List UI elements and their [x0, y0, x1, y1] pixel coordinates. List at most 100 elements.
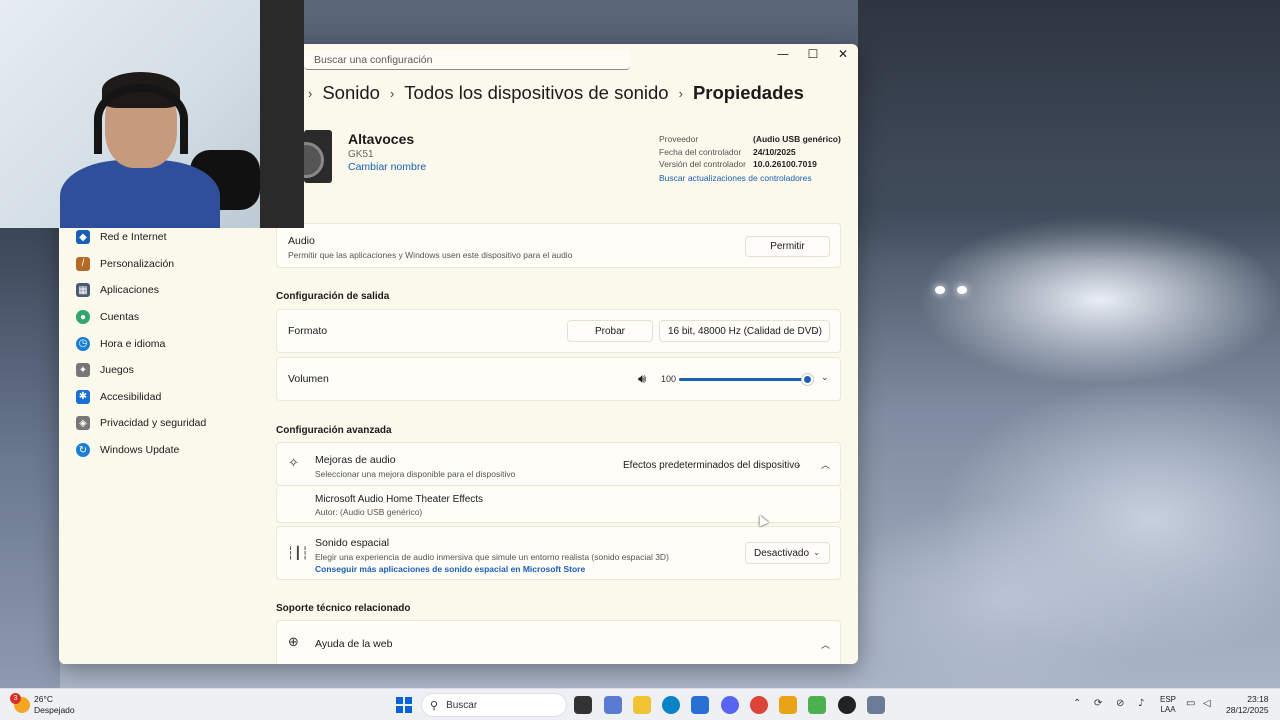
sync-icon[interactable]: ⟳ — [1094, 698, 1102, 709]
sidebar-item-label: Aplicaciones — [100, 284, 159, 297]
enhancements-value: Efectos predeterminados del dispositivo — [623, 459, 800, 471]
language-indicator[interactable]: ESP LAA — [1160, 695, 1176, 715]
gtav-icon[interactable] — [808, 696, 826, 714]
format-dropdown[interactable]: 16 bit, 48000 Hz (Calidad de DVD) ⌄ — [659, 320, 830, 342]
obs-icon[interactable] — [838, 696, 856, 714]
sidebar-item-apps[interactable]: ▦ Aplicaciones — [59, 277, 269, 304]
chevron-down-icon: ⌄ — [813, 548, 820, 558]
webcam-person — [60, 70, 220, 228]
sidebar-item-label: Cuentas — [100, 311, 140, 324]
minimize-icon: — — [777, 47, 789, 61]
weather-description: Despejado — [34, 705, 75, 715]
enhancements-collapse-chevron-icon[interactable]: ︿ — [821, 458, 830, 471]
close-button[interactable]: ✕ — [828, 44, 858, 64]
sidebar-item-label: Personalización — [100, 257, 175, 270]
test-button[interactable]: Probar — [567, 320, 653, 342]
enhancements-dropdown[interactable]: Efectos predeterminados del dispositivo … — [615, 454, 811, 476]
driver-date-label: Fecha del controlador — [659, 146, 742, 157]
breadcrumb-separator: › — [389, 85, 395, 101]
sidebar-item-accounts[interactable]: ● Cuentas — [59, 304, 269, 331]
breadcrumb-all-devices[interactable]: Todos los dispositivos de sonido — [404, 82, 668, 104]
device-name: Altavoces — [348, 131, 415, 147]
driver-version-label: Versión del controlador — [659, 159, 746, 169]
volume-slider-thumb[interactable] — [802, 374, 813, 385]
rockstar-icon[interactable] — [779, 696, 797, 714]
sidebar-item-privacy[interactable]: ◈ Privacidad y seguridad — [59, 410, 269, 437]
taskbar-clock[interactable]: 23:18 28/12/2025 — [1226, 694, 1269, 716]
spatial-value: Desactivado — [754, 547, 810, 559]
speaker-device-icon — [288, 130, 332, 183]
volume-icon[interactable]: ◁ — [1203, 698, 1211, 709]
webcam-background-wall — [260, 0, 304, 228]
brush-icon: / — [76, 256, 90, 271]
waveform-icon: ┆┃┆ — [287, 546, 309, 560]
breadcrumb-separator: › — [308, 85, 313, 101]
chevron-up-icon[interactable]: ⌃ — [1073, 698, 1081, 709]
sidebar-nav: ◆ Red e Internet / Personalización ▦ Aplica… — [59, 224, 269, 463]
advanced-section-label: Configuración avanzada — [276, 425, 392, 436]
clock-time: 23:18 — [1247, 694, 1269, 704]
network-off-icon[interactable]: ⊘ — [1116, 698, 1124, 709]
sidebar-item-label: Accesibilidad — [100, 390, 162, 403]
webcam-person-body — [60, 160, 220, 228]
spatial-sound-dropdown[interactable]: Desactivado ⌄ — [745, 542, 830, 564]
clock-date: 28/12/2025 — [1226, 705, 1269, 715]
search-input[interactable] — [304, 50, 604, 69]
effect-name: Microsoft Audio Home Theater Effects — [315, 494, 484, 505]
sidebar-item-personalization[interactable]: / Personalización — [59, 251, 269, 278]
sidebar-item-label: Red e Internet — [100, 231, 167, 244]
controller-icon: ✦ — [76, 363, 90, 378]
breadcrumb-separator: › — [678, 85, 683, 101]
file-explorer-icon[interactable] — [633, 696, 651, 714]
microphone-icon[interactable]: ♪ — [1138, 698, 1144, 709]
rename-link[interactable]: Cambiar nombre — [348, 161, 426, 173]
settings-gear-icon[interactable] — [867, 696, 885, 714]
driver-version-value: 10.0.26100.7019 — [753, 159, 817, 169]
task-view-icon[interactable] — [574, 696, 592, 714]
volume-value: 100 — [661, 374, 677, 384]
volume-slider-track[interactable] — [679, 378, 809, 381]
sidebar-item-label: Windows Update — [100, 444, 180, 457]
maximize-icon: ☐ — [807, 47, 819, 61]
start-button[interactable] — [396, 697, 412, 713]
weather-widget[interactable]: 3 26°C Despejado — [10, 693, 75, 716]
accessibility-icon: ✱ — [76, 389, 90, 404]
settings-search-box[interactable] — [304, 50, 630, 70]
breadcrumb: › Sonido › Todos los dispositivos de son… — [308, 82, 804, 104]
web-help-card[interactable]: Ayuda de la web — [276, 620, 841, 664]
speaker-volume-icon[interactable]: 🔊︎ — [638, 372, 646, 387]
driver-date-value: 24/10/2025 — [753, 146, 796, 157]
sidebar-item-windows-update[interactable]: ↻ Windows Update — [59, 437, 269, 464]
display-icon[interactable]: ▭ — [1186, 698, 1195, 709]
discord-icon[interactable] — [721, 696, 739, 714]
taskbar-search[interactable]: ⚲ Buscar — [421, 693, 567, 717]
spatial-store-link[interactable]: Conseguir más aplicaciones de sonido esp… — [315, 564, 840, 574]
chevron-down-icon: ⌄ — [813, 326, 820, 336]
webcam-overlay — [0, 0, 304, 228]
widgets-icon[interactable] — [604, 696, 622, 714]
sidebar-item-label: Privacidad y seguridad — [100, 417, 207, 430]
sidebar-item-accessibility[interactable]: ✱ Accesibilidad — [59, 384, 269, 411]
headset-icon — [94, 84, 188, 154]
sidebar-item-gaming[interactable]: ✦ Juegos — [59, 357, 269, 384]
background-road — [0, 228, 60, 688]
sidebar-item-time-language[interactable]: ◷ Hora e idioma — [59, 330, 269, 357]
driver-update-link[interactable]: Buscar actualizaciones de controladores — [659, 172, 841, 185]
web-help-label: Ayuda de la web — [315, 638, 393, 650]
provider-label: Proveedor — [659, 134, 699, 144]
chrome-icon[interactable] — [750, 696, 768, 714]
web-help-collapse-chevron-icon[interactable]: ︿ — [821, 638, 830, 651]
chevron-down-icon: ⌄ — [795, 460, 802, 470]
minimize-button[interactable]: — — [768, 44, 798, 64]
allow-button[interactable]: Permitir — [745, 236, 830, 257]
volume-expand-chevron-icon[interactable]: ⌄ — [821, 373, 829, 383]
sparkle-icon: ✧ — [288, 456, 299, 471]
breadcrumb-sound[interactable]: Sonido — [322, 82, 380, 104]
maximize-button[interactable]: ☐ — [798, 44, 828, 64]
format-value: 16 bit, 48000 Hz (Calidad de DVD) — [668, 325, 822, 337]
sidebar-item-label: Hora e idioma — [100, 337, 166, 350]
taskbar-search-label: Buscar — [446, 699, 478, 711]
keyboard-layout: LAA — [1160, 705, 1176, 714]
store-icon[interactable] — [691, 696, 709, 714]
edge-icon[interactable] — [662, 696, 680, 714]
